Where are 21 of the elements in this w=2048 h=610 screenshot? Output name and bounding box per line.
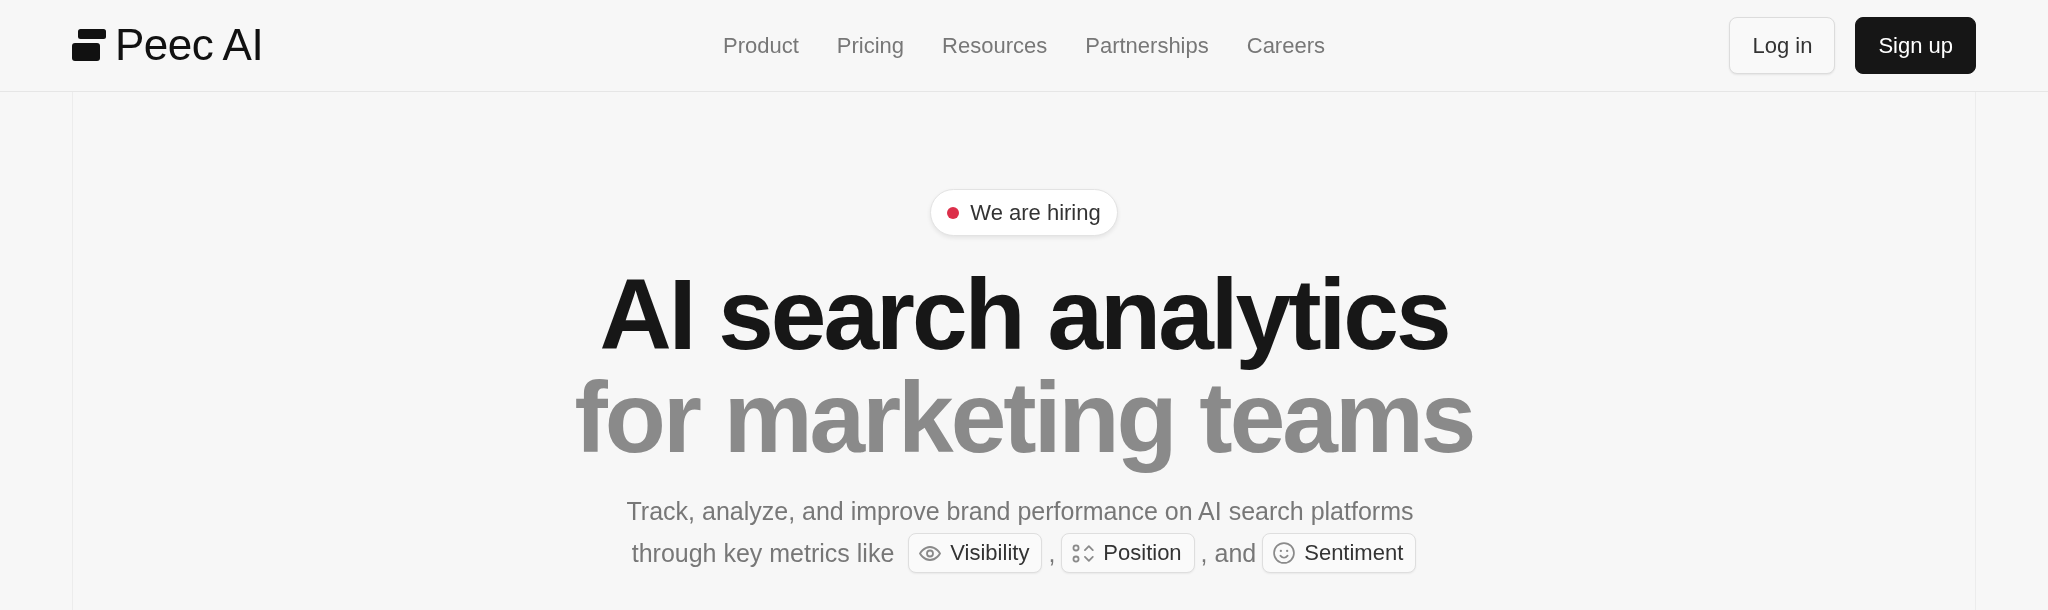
nav-link[interactable]: Pricing xyxy=(836,32,905,59)
subtitle-text: Track, analyze, and improve brand performance on AI search platforms xyxy=(626,496,1414,526)
subtitle-text: , and xyxy=(1200,538,1257,568)
nav-link[interactable]: Careers xyxy=(1246,32,1325,59)
brand-name[interactable]: Peec AI xyxy=(115,21,264,70)
subtitle-text: through key metrics like xyxy=(631,538,895,568)
eye-icon xyxy=(919,545,942,561)
nav-link[interactable]: Product xyxy=(723,32,799,59)
status-dot-icon xyxy=(947,206,960,219)
hiring-badge[interactable]: We are hiring xyxy=(930,189,1118,236)
login-button[interactable]: Log in xyxy=(1729,17,1836,74)
smiley-icon xyxy=(1273,542,1296,564)
chip-label: Position xyxy=(1103,540,1182,566)
dots-chevrons-icon xyxy=(1072,543,1095,563)
logo-icon xyxy=(72,29,106,62)
chip-label: Sentiment xyxy=(1304,540,1404,566)
subtitle-text: , xyxy=(1048,538,1056,568)
chip-label: Visibility xyxy=(950,540,1030,566)
signup-button[interactable]: Sign up xyxy=(1855,17,1976,74)
nav-link[interactable]: Partnerships xyxy=(1085,32,1209,59)
nav-link[interactable]: Resources xyxy=(942,32,1048,59)
